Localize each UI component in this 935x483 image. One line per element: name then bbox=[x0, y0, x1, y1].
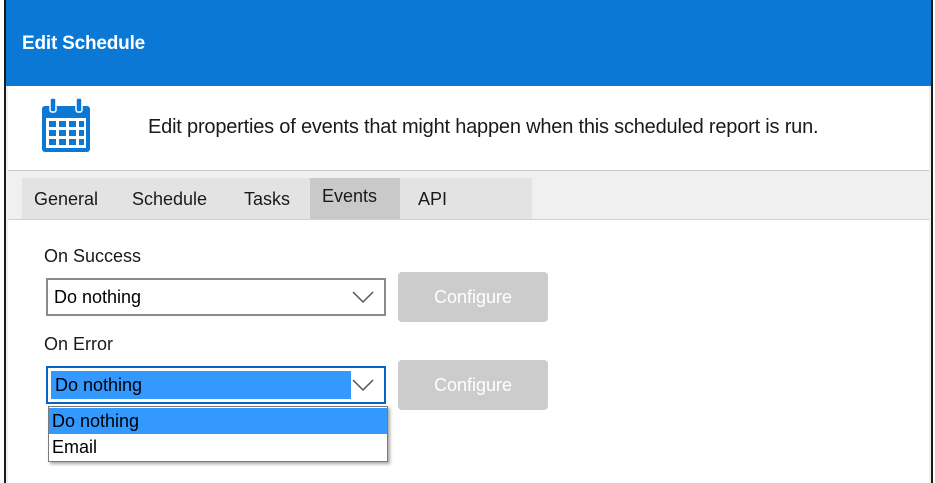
dropdown-option-do-nothing[interactable]: Do nothing bbox=[49, 408, 387, 434]
option-label: Email bbox=[52, 437, 98, 457]
on-error-dropdown-list: Do nothing Email bbox=[48, 406, 388, 462]
tab-label: Schedule bbox=[132, 189, 208, 209]
header-description: Edit properties of events that might hap… bbox=[148, 116, 819, 138]
chevron-down-icon bbox=[352, 379, 374, 392]
dialog-title: Edit Schedule bbox=[22, 33, 146, 54]
tab-label: API bbox=[418, 189, 448, 209]
on-error-value: Do nothing bbox=[51, 371, 351, 399]
on-success-configure-button[interactable]: Configure bbox=[398, 272, 548, 322]
calendar-icon bbox=[42, 97, 90, 152]
tab-api[interactable]: API bbox=[400, 178, 532, 219]
chevron-down-icon bbox=[352, 291, 374, 304]
tab-label: Events bbox=[322, 186, 378, 206]
tab-events[interactable]: Events bbox=[310, 178, 400, 219]
on-success-value: Do nothing bbox=[54, 287, 142, 307]
dialog-header: Edit properties of events that might hap… bbox=[8, 86, 929, 171]
on-success-select[interactable]: Do nothing bbox=[46, 278, 386, 316]
tab-strip: General Schedule Tasks Events API bbox=[8, 178, 929, 219]
tab-tasks[interactable]: Tasks bbox=[232, 178, 310, 219]
edit-schedule-dialog: Edit Schedule Edit properties of events … bbox=[4, 0, 933, 483]
tab-schedule[interactable]: Schedule bbox=[122, 178, 232, 219]
dropdown-option-email[interactable]: Email bbox=[49, 434, 387, 460]
title-bar: Edit Schedule bbox=[6, 0, 931, 86]
on-error-select[interactable]: Do nothing bbox=[46, 366, 386, 404]
option-label: Do nothing bbox=[52, 411, 140, 431]
on-error-configure-button[interactable]: Configure bbox=[398, 360, 548, 410]
on-error-label: On Error bbox=[44, 334, 114, 354]
tab-general[interactable]: General bbox=[22, 178, 122, 219]
tab-label: General bbox=[34, 189, 99, 209]
tab-label: Tasks bbox=[244, 189, 291, 209]
on-success-label: On Success bbox=[44, 246, 142, 266]
